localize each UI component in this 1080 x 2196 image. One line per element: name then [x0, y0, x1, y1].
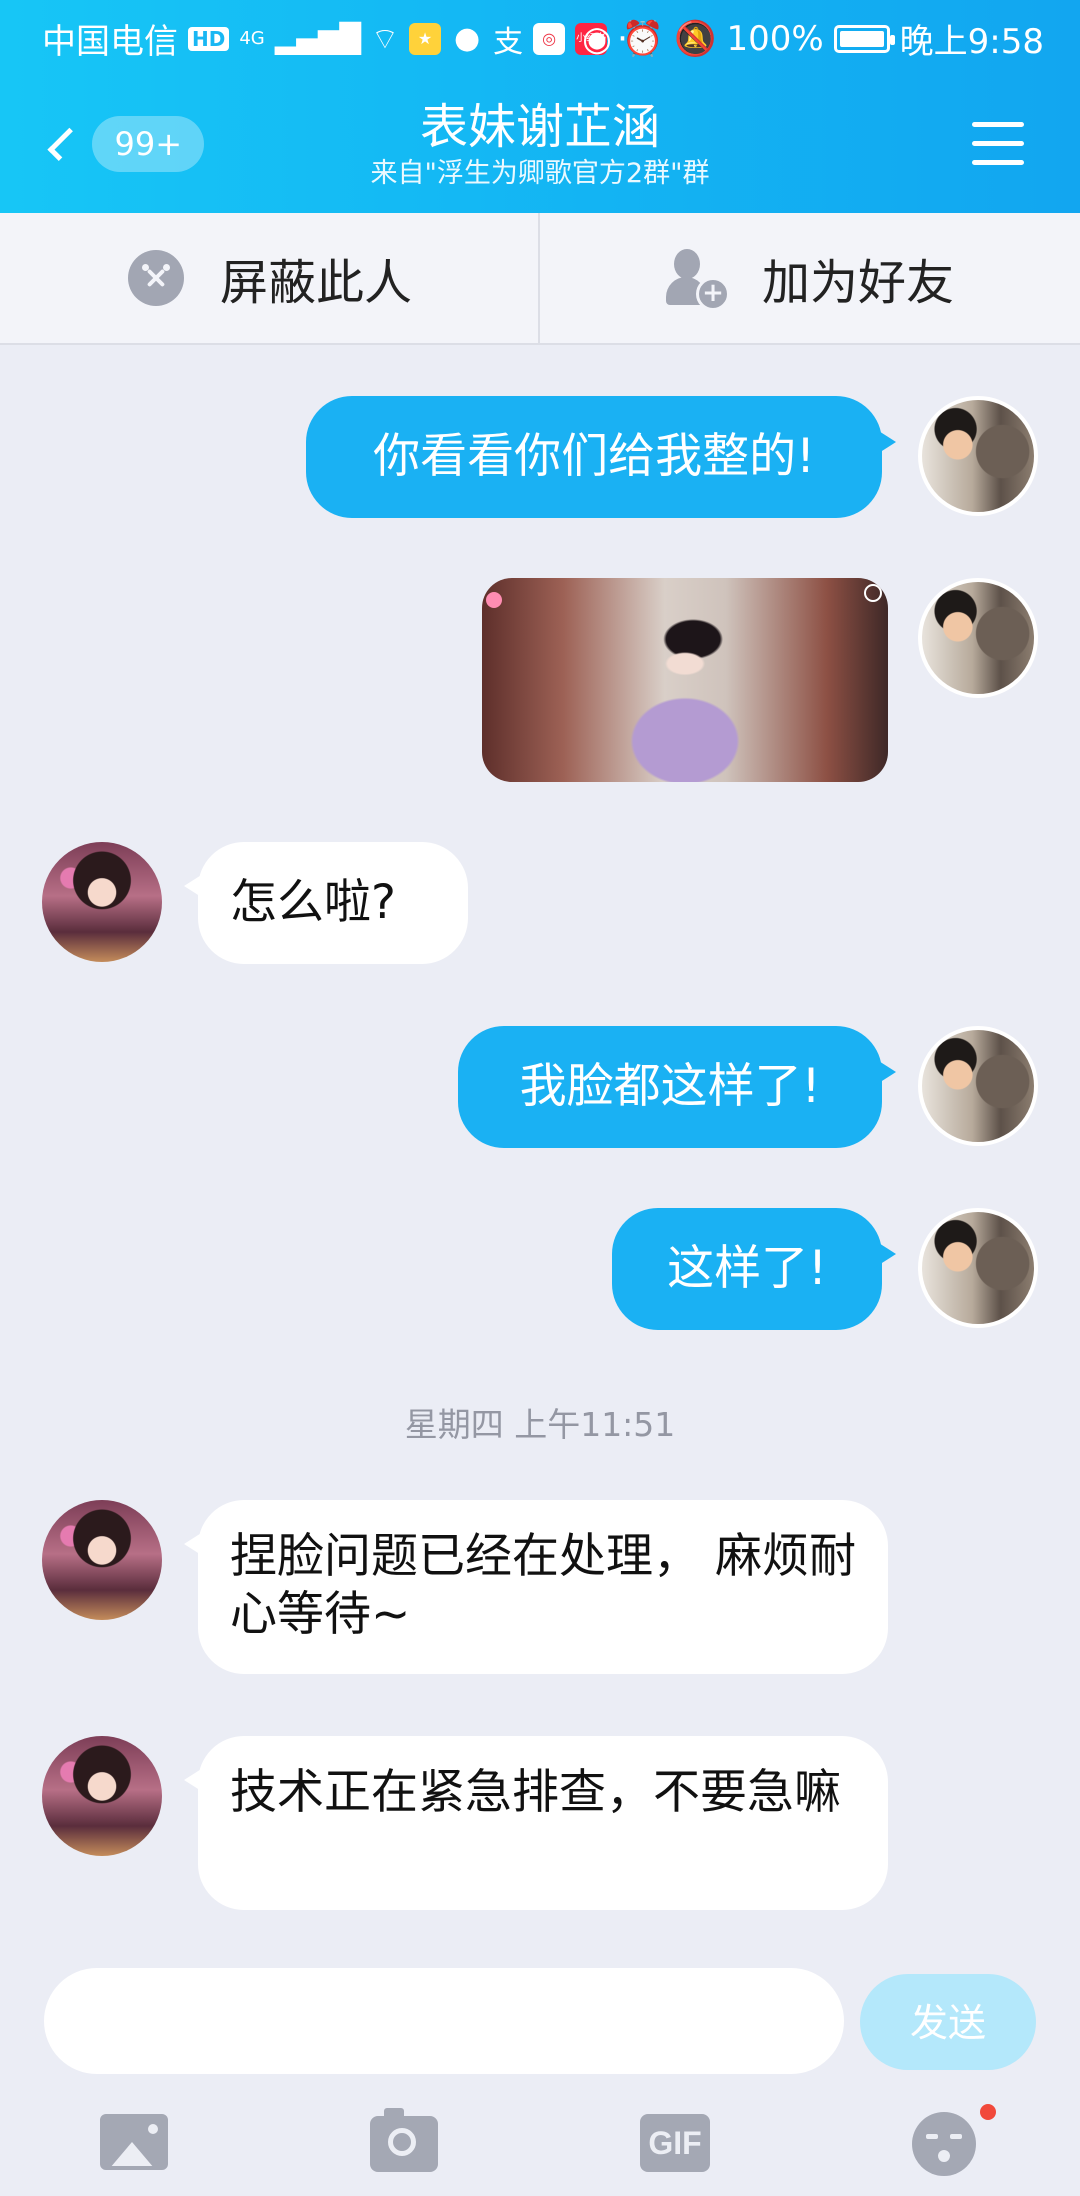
message-input[interactable] — [44, 1968, 844, 2074]
image-corner-icon — [864, 584, 882, 602]
chat-app-icon: ● — [454, 20, 481, 56]
alipay-icon: 支 — [493, 24, 524, 60]
chat-subtitle: 来自"浮生为卿歌官方2群"群 — [370, 158, 710, 189]
contact-avatar[interactable] — [42, 1500, 162, 1620]
star-app-icon: ★ — [409, 22, 442, 55]
menu-icon[interactable] — [972, 122, 1024, 166]
my-avatar[interactable] — [918, 578, 1038, 698]
outgoing-message-bubble[interactable]: 我脸都这样了! — [458, 1026, 896, 1148]
notification-dot — [980, 2104, 996, 2120]
battery-percent: 100% — [726, 18, 824, 59]
photo-icon[interactable] — [100, 2114, 168, 2170]
carrier-label: 中国电信 — [42, 22, 178, 62]
add-person-icon: + — [664, 247, 730, 311]
message-timestamp: 星期四 上午11:51 — [404, 1405, 676, 1444]
chat-title: 表妹谢芷涵 — [419, 99, 660, 155]
incoming-message-bubble[interactable]: 怎么啦? — [184, 842, 468, 964]
add-friend-label: 加为好友 — [762, 255, 955, 311]
contact-avatar[interactable] — [42, 1736, 162, 1856]
wifi-icon: ⌔ — [370, 21, 400, 57]
status-right: ◉ ⏰ 🔕 100% 晚上9:58 — [582, 14, 1044, 63]
alarm-icon: ⏰ — [621, 18, 665, 59]
input-toolbar: GIF — [0, 2094, 1080, 2196]
mute-icon: 🔕 — [674, 18, 717, 59]
stranger-action-bar: 屏蔽此人 + 加为好友 — [0, 213, 1080, 345]
image-message[interactable] — [482, 578, 888, 782]
gif-icon[interactable]: GIF — [640, 2114, 710, 2172]
add-friend-button[interactable]: + 加为好友 — [664, 213, 954, 343]
emoji-icon[interactable] — [912, 2112, 976, 2176]
hd-icon: HD — [188, 26, 230, 51]
outgoing-message-bubble[interactable]: 你看看你们给我整的! — [306, 396, 896, 518]
eye-comfort-icon: ◉ — [582, 18, 612, 59]
contact-avatar[interactable] — [42, 842, 162, 962]
unread-count-badge: 99+ — [92, 116, 204, 172]
clock-time: 晚上9:58 — [899, 22, 1044, 62]
chat-header: 中国电信 HD 4G ▂▄▆█ ⌔ ★ ● 支 ◎ 小红书 ··· ◉ ⏰ 🔕 … — [0, 0, 1080, 213]
block-user-label: 屏蔽此人 — [220, 255, 413, 311]
status-bar: 中国电信 HD 4G ▂▄▆█ ⌔ ★ ● 支 ◎ 小红书 ··· ◉ ⏰ 🔕 … — [0, 0, 1080, 72]
nav-bar: 99+ 表妹谢芷涵 来自"浮生为卿歌官方2群"群 — [0, 72, 1080, 213]
incoming-message-bubble[interactable]: 技术正在紧急排查，不要急嘛 — [184, 1736, 888, 1910]
network-label: 4G — [239, 28, 265, 49]
signal-icon: ▂▄▆█ — [274, 22, 361, 55]
title-block: 表妹谢芷涵 来自"浮生为卿歌官方2群"群 — [240, 98, 840, 192]
outgoing-message-bubble[interactable]: 这样了! — [612, 1208, 896, 1330]
back-chevron-icon — [47, 127, 82, 161]
incoming-message-bubble[interactable]: 捏脸问题已经在处理， 麻烦耐心等待~ — [184, 1500, 888, 1674]
divider — [538, 213, 540, 343]
status-left: 中国电信 HD 4G ▂▄▆█ ⌔ ★ ● 支 ◎ 小红书 ··· — [42, 14, 650, 63]
my-avatar[interactable] — [918, 396, 1038, 516]
send-button[interactable]: 发送 — [860, 1974, 1036, 2070]
my-avatar[interactable] — [918, 1026, 1038, 1146]
block-user-button[interactable]: 屏蔽此人 — [128, 213, 412, 343]
weibo-icon: ◎ — [533, 22, 566, 55]
back-button[interactable]: 99+ — [44, 112, 204, 176]
battery-icon — [833, 24, 895, 53]
camera-icon[interactable] — [370, 2108, 438, 2172]
image-badge-icon — [486, 592, 502, 608]
block-icon — [128, 250, 184, 306]
my-avatar[interactable] — [918, 1208, 1038, 1328]
